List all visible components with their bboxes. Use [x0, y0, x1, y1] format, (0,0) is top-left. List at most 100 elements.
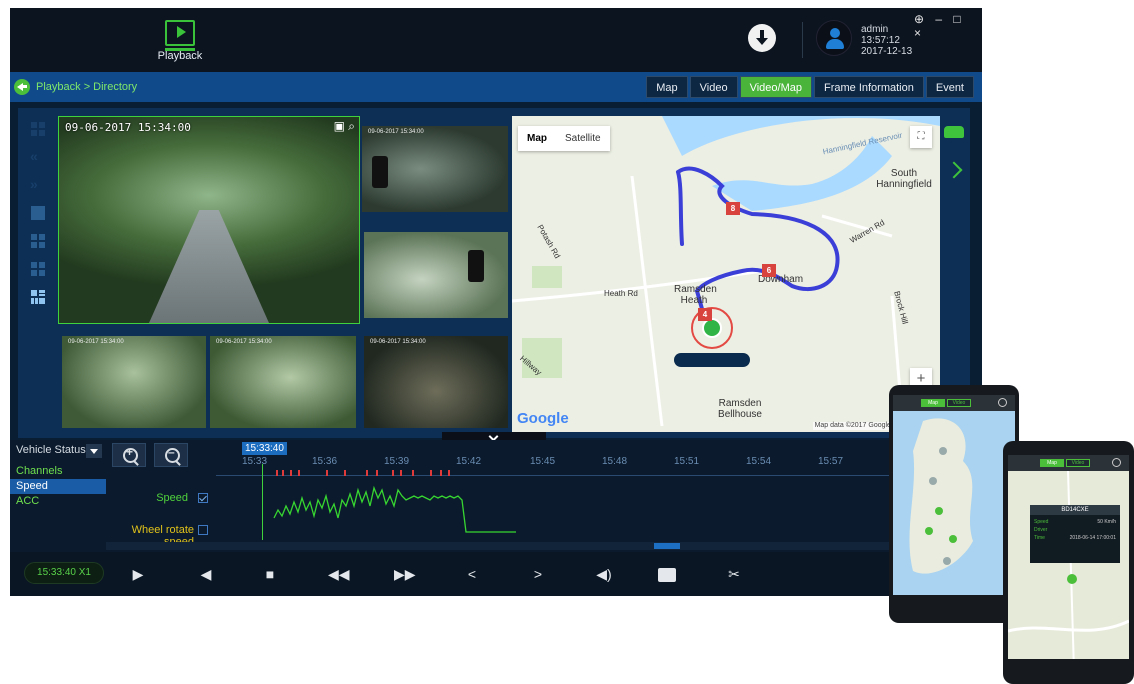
- tick-label: 15:54: [746, 456, 772, 467]
- param-channels[interactable]: Channels: [10, 464, 106, 479]
- wheel-speed-checkbox[interactable]: [198, 525, 208, 535]
- tab-map[interactable]: Map: [646, 76, 688, 98]
- fast-forward-icon[interactable]: ▶▶: [394, 564, 416, 584]
- video-zoom-icon[interactable]: ▣ ⌕: [334, 119, 355, 134]
- place-label: Heath Rd: [604, 289, 638, 298]
- vehicle-status-select[interactable]: Vehicle Status: [10, 440, 106, 462]
- video-channel-5[interactable]: 09-06-2017 15:34:00: [210, 336, 356, 428]
- user-avatar-icon[interactable]: [816, 20, 852, 56]
- layout-six-icon[interactable]: [31, 290, 45, 304]
- user-time: 13:57:12: [861, 35, 900, 46]
- fullscreen-grid-icon[interactable]: [31, 122, 45, 136]
- route-marker[interactable]: 8: [726, 202, 740, 215]
- tick-label: 15:33: [242, 456, 268, 467]
- mobile-tab-video[interactable]: Video: [947, 399, 971, 407]
- fullscreen-icon[interactable]: ⛶: [910, 126, 932, 148]
- mobile-app-phone-2: Map Video BD14CXE Speed 50 Km/h Driver T…: [1003, 441, 1134, 684]
- mobile-screen: Map Video BD14CXE Speed 50 Km/h Driver T…: [1008, 455, 1129, 677]
- scrollbar-thumb[interactable]: [654, 543, 680, 549]
- vehicle-icon[interactable]: [944, 126, 964, 138]
- playback-icon: [165, 20, 195, 51]
- top-bar: Playback admin 13:57:12 2017-12-13 ⊕ – □…: [10, 8, 982, 72]
- cursor-time-label[interactable]: 15:33:40: [242, 442, 287, 455]
- map-view[interactable]: Map Satellite ⛶ Hanningfield Reservoir S…: [512, 116, 940, 432]
- window-controls[interactable]: ⊕ – □ ×: [914, 12, 982, 40]
- rewind-chevron-icon[interactable]: «: [30, 148, 44, 164]
- back-arrow-icon[interactable]: [14, 79, 30, 95]
- previous-icon[interactable]: <: [462, 564, 482, 584]
- mobile-tab-map[interactable]: Map: [921, 399, 945, 407]
- video-channel-3[interactable]: [364, 232, 508, 318]
- mobile-tab-video[interactable]: Video: [1066, 459, 1090, 467]
- map-type-satellite[interactable]: Satellite: [556, 126, 610, 151]
- panel-collapse-handle[interactable]: [442, 432, 546, 440]
- fast-rewind-icon[interactable]: ◀◀: [328, 564, 350, 584]
- video-timestamp: 09-06-2017 15:34:00: [68, 339, 124, 345]
- parameter-list: Channels Speed ACC: [10, 464, 106, 509]
- tick-label: 15:57: [818, 456, 844, 467]
- volume-icon[interactable]: ◀): [594, 564, 614, 584]
- layout-two-icon[interactable]: [31, 206, 45, 220]
- layout-three-icon[interactable]: [31, 234, 45, 248]
- tick-label: 15:51: [674, 456, 700, 467]
- snapshot-camera-icon[interactable]: [658, 568, 676, 582]
- video-channel-4[interactable]: 09-06-2017 15:34:00: [62, 336, 206, 428]
- info-row: Time 2018-06-14 17:00:01: [1034, 534, 1116, 542]
- info-key: Driver: [1034, 527, 1048, 533]
- speed-graph: [273, 485, 516, 533]
- mobile-footer: [893, 595, 1015, 613]
- download-icon[interactable]: [748, 24, 776, 52]
- speed-series-line: [273, 485, 516, 533]
- forward-chevron-icon[interactable]: »: [30, 176, 44, 192]
- place-label: South Hanningfield: [876, 168, 932, 190]
- video-timestamp: 09-06-2017 15:34:00: [370, 339, 426, 345]
- breadcrumb[interactable]: Playback > Directory: [36, 81, 137, 93]
- divider: [802, 22, 803, 58]
- tab-video[interactable]: Video: [689, 76, 738, 98]
- vehicle-info-popup: BD14CXE Speed 50 Km/h Driver Time 2018-0…: [1030, 505, 1120, 563]
- mobile-tab-map[interactable]: Map: [1040, 459, 1064, 467]
- zoom-in-timeline-button[interactable]: +: [112, 443, 146, 467]
- mobile-header: Map Video: [893, 395, 1015, 411]
- param-speed[interactable]: Speed: [10, 479, 106, 494]
- zoom-out-timeline-button[interactable]: –: [154, 443, 188, 467]
- tab-frame-information[interactable]: Frame Information: [813, 76, 924, 98]
- param-acc[interactable]: ACC: [10, 494, 106, 509]
- route-marker[interactable]: 4: [698, 308, 712, 321]
- chevron-down-icon[interactable]: [86, 444, 102, 458]
- tick-label: 15:36: [312, 456, 338, 467]
- timeline-scrollbar[interactable]: [106, 542, 982, 550]
- route-icon[interactable]: [945, 161, 963, 179]
- layout-toolbar: « »: [18, 108, 58, 438]
- play-icon[interactable]: ▶: [128, 564, 148, 584]
- video-channel-6[interactable]: 09-06-2017 15:34:00: [364, 336, 508, 428]
- mobile-map: [893, 411, 1015, 601]
- tab-event[interactable]: Event: [925, 76, 974, 98]
- video-channel-2[interactable]: 09-06-2017 15:34:00: [362, 126, 508, 212]
- user-info: admin 13:57:12 2017-12-13: [861, 24, 912, 57]
- tick-label: 15:42: [456, 456, 482, 467]
- stop-icon[interactable]: ■: [260, 564, 280, 584]
- scissors-clip-icon[interactable]: ✂: [724, 564, 744, 584]
- info-key: Time: [1034, 535, 1045, 541]
- playback-button[interactable]: Playback: [152, 14, 208, 70]
- vehicle-plate: BD14CXE: [1030, 505, 1120, 515]
- view-tabs: Map Video Video/Map Frame Information Ev…: [646, 76, 974, 98]
- user-date: 2017-12-13: [861, 46, 913, 57]
- speed-checkbox[interactable]: [198, 493, 208, 503]
- gear-icon[interactable]: [998, 398, 1007, 407]
- next-icon[interactable]: >: [528, 564, 548, 584]
- gear-icon[interactable]: [1112, 458, 1121, 467]
- tab-video-map[interactable]: Video/Map: [739, 76, 812, 98]
- vehicle-status-label: Vehicle Status: [16, 444, 86, 456]
- route-marker[interactable]: 6: [762, 264, 776, 277]
- step-back-icon[interactable]: ◀: [196, 564, 216, 584]
- info-row: Driver: [1034, 526, 1116, 534]
- layout-four-icon[interactable]: [31, 262, 45, 276]
- user-name: admin: [861, 24, 889, 35]
- map-type-map[interactable]: Map: [518, 126, 556, 151]
- map-canvas: [512, 116, 940, 427]
- video-channel-1[interactable]: 09-06-2017 15:34:00 ▣ ⌕: [58, 116, 360, 324]
- playback-clock: 15:33:40 X1: [24, 562, 104, 584]
- playback-controls: 15:33:40 X1 ▶ ◀ ■ ◀◀ ▶▶ < > ◀) ✂: [10, 552, 982, 596]
